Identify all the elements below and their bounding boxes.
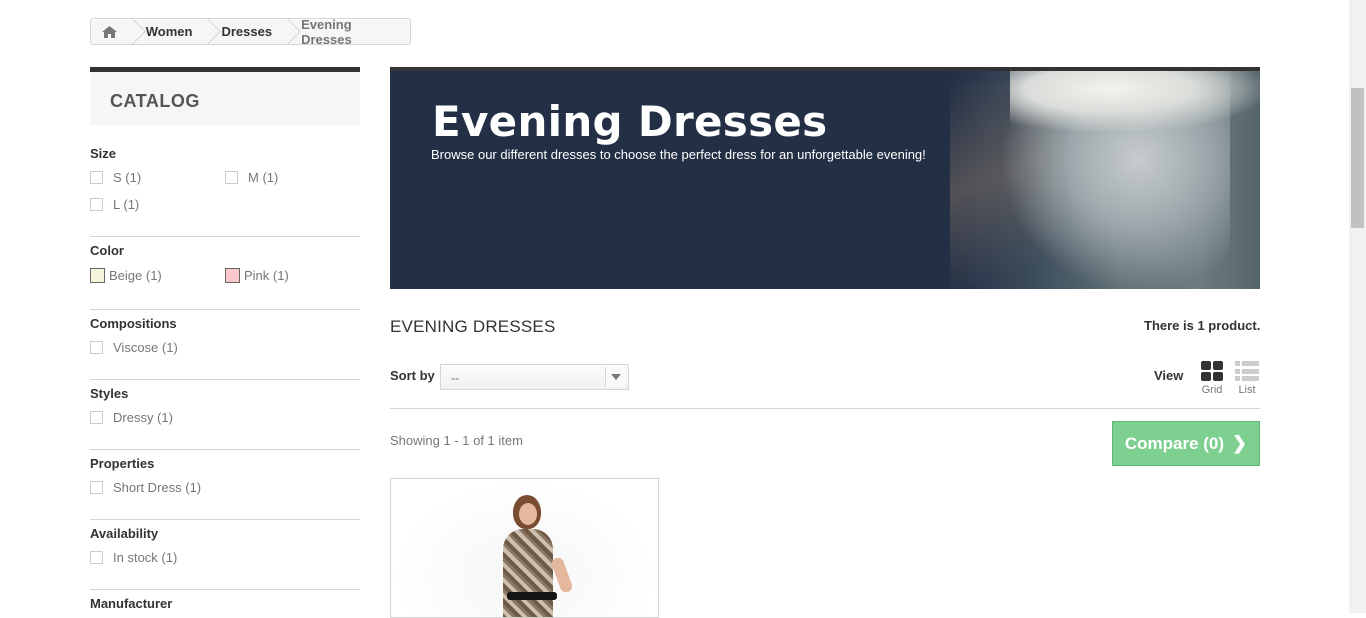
filter-divider <box>90 379 360 380</box>
filter-compositions: Compositions <box>90 316 360 331</box>
checkbox[interactable] <box>90 481 103 494</box>
grid-icon <box>1201 361 1223 381</box>
grid-view-label: Grid <box>1201 384 1223 396</box>
breadcrumb-separator <box>204 19 221 44</box>
filter-size-title: Size <box>90 146 117 161</box>
filter-availability: Availability <box>90 526 360 541</box>
filter-option-label: Pink (1) <box>244 268 289 283</box>
banner-description: Browse our different dresses to choose t… <box>431 147 926 162</box>
filter-color-title: Color <box>90 243 124 258</box>
grid-view-button[interactable]: Grid <box>1199 361 1225 396</box>
showing-range: Showing 1 - 1 of 1 item <box>390 433 523 448</box>
filter-color-beige[interactable]: Beige (1) <box>90 268 162 283</box>
category-name: EVENING DRESSES <box>390 317 556 336</box>
filter-compositions-title: Compositions <box>90 316 177 331</box>
filter-properties-title: Properties <box>90 456 155 471</box>
filter-divider <box>90 449 360 450</box>
checkbox[interactable] <box>225 171 238 184</box>
scrollbar-thumb[interactable] <box>1351 88 1364 228</box>
filter-availability-in-stock[interactable]: In stock (1) <box>90 550 177 565</box>
toolbar-divider <box>390 408 1260 409</box>
filter-color-pink[interactable]: Pink (1) <box>225 268 289 283</box>
list-icon <box>1235 361 1259 381</box>
filter-size-s[interactable]: S (1) <box>90 170 141 185</box>
color-swatch-pink[interactable] <box>225 268 240 283</box>
product-card[interactable] <box>390 478 659 618</box>
filter-size: Size <box>90 146 360 161</box>
checkbox[interactable] <box>90 411 103 424</box>
filter-size-l[interactable]: L (1) <box>90 197 139 212</box>
product-image-face <box>519 503 537 525</box>
product-count: There is 1 product. <box>1144 318 1261 333</box>
breadcrumb-separator <box>284 19 301 44</box>
sort-select[interactable]: -- <box>440 364 629 390</box>
filter-size-m[interactable]: M (1) <box>225 170 278 185</box>
catalog-heading: CATALOG <box>110 91 200 111</box>
checkbox[interactable] <box>90 171 103 184</box>
filter-divider <box>90 236 360 237</box>
filter-properties: Properties <box>90 456 360 471</box>
filter-compositions-viscose[interactable]: Viscose (1) <box>90 340 178 355</box>
breadcrumb: Women Dresses Evening Dresses <box>90 16 411 47</box>
breadcrumb-dresses[interactable]: Dresses <box>221 19 272 44</box>
filter-divider <box>90 309 360 310</box>
sort-select-value: -- <box>451 371 459 385</box>
checkbox[interactable] <box>90 341 103 354</box>
filter-properties-short-dress[interactable]: Short Dress (1) <box>90 480 201 495</box>
filter-option-label: Beige (1) <box>109 268 162 283</box>
filter-divider <box>90 519 360 520</box>
banner-photo-feathers <box>1010 71 1260 131</box>
chevron-right-icon: ❯ <box>1232 433 1248 453</box>
filter-styles-title: Styles <box>90 386 129 401</box>
filter-divider <box>90 589 360 590</box>
filter-manufacturer: Manufacturer <box>90 596 360 611</box>
compare-label: Compare (0) <box>1124 433 1225 453</box>
product-image-dress <box>503 529 553 617</box>
filter-option-label: Short Dress (1) <box>113 480 202 495</box>
checkbox[interactable] <box>90 551 103 564</box>
filter-option-label: M (1) <box>248 170 279 185</box>
page-scrollbar[interactable] <box>1349 0 1366 613</box>
sort-label: Sort by <box>390 368 435 383</box>
filter-option-label: S (1) <box>113 170 142 185</box>
list-view-button[interactable]: List <box>1234 361 1260 396</box>
compare-button[interactable]: Compare (0) ❯ <box>1112 421 1260 466</box>
breadcrumb-current: Evening Dresses <box>301 16 352 47</box>
category-banner: Evening Dresses Browse our different dre… <box>390 67 1260 289</box>
filter-option-label: In stock (1) <box>113 550 178 565</box>
chevron-down-icon[interactable] <box>605 367 626 387</box>
banner-title: Evening Dresses <box>432 97 828 146</box>
checkbox[interactable] <box>90 198 103 211</box>
filter-styles: Styles <box>90 386 360 401</box>
filter-option-label: Viscose (1) <box>113 340 178 355</box>
product-image-belt <box>507 592 557 600</box>
list-view-label: List <box>1238 384 1256 396</box>
color-swatch-beige[interactable] <box>90 268 105 283</box>
breadcrumb-separator <box>129 19 146 44</box>
breadcrumb-women[interactable]: Women <box>146 19 193 44</box>
filter-availability-title: Availability <box>90 526 159 541</box>
filter-option-label: L (1) <box>113 197 140 212</box>
filter-option-label: Dressy (1) <box>113 410 173 425</box>
view-label: View <box>1154 368 1184 383</box>
filter-manufacturer-title: Manufacturer <box>90 596 173 611</box>
catalog-heading-block: CATALOG <box>90 67 360 125</box>
home-icon <box>102 25 118 38</box>
filter-color: Color <box>90 243 360 258</box>
filter-styles-dressy[interactable]: Dressy (1) <box>90 410 173 425</box>
